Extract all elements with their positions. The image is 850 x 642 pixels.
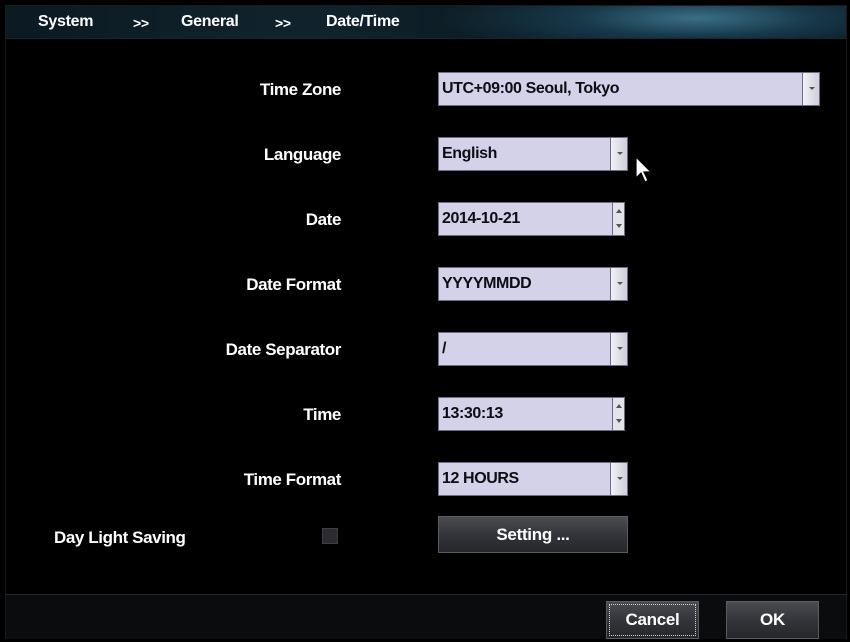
mouse-pointer-icon	[635, 156, 653, 183]
breadcrumb-general[interactable]: General	[181, 13, 239, 31]
chevron-down-icon[interactable]	[802, 72, 820, 106]
breadcrumb-separator: >>	[133, 15, 149, 31]
language-select[interactable]: English	[438, 137, 628, 171]
date-format-select[interactable]: YYYYMMDD	[438, 267, 628, 301]
chevron-down-icon[interactable]	[610, 332, 628, 366]
cancel-button[interactable]: Cancel	[606, 601, 699, 639]
language-value: English	[442, 145, 497, 162]
time-zone-select[interactable]: UTC+09:00 Seoul, Tokyo	[438, 72, 820, 106]
time-format-label: Time Format	[243, 470, 342, 489]
date-separator-select[interactable]: /	[438, 332, 628, 366]
date-label: Date	[305, 210, 342, 229]
footer-bar	[6, 594, 846, 639]
chevron-down-icon[interactable]	[610, 137, 628, 171]
date-separator-label: Date Separator	[225, 340, 342, 359]
breadcrumb-separator: >>	[275, 15, 291, 31]
date-field[interactable]: 2014-10-21	[438, 202, 625, 236]
day-light-saving-label: Day Light Saving	[54, 528, 186, 547]
time-zone-value: UTC+09:00 Seoul, Tokyo	[442, 80, 620, 97]
date-value: 2014-10-21	[442, 210, 520, 227]
ok-button[interactable]: OK	[726, 601, 819, 639]
chevron-down-icon[interactable]	[610, 267, 628, 301]
datetime-settings-window: System >> General >> Date/Time Time Zone…	[5, 5, 847, 639]
date-format-label: Date Format	[246, 275, 341, 294]
spinner-arrows-icon[interactable]	[612, 202, 625, 236]
chevron-down-icon[interactable]	[610, 462, 628, 496]
time-zone-label: Time Zone	[259, 80, 342, 99]
time-format-value: 12 HOURS	[442, 470, 519, 487]
time-value: 13:30:13	[442, 405, 503, 422]
spinner-arrows-icon[interactable]	[612, 397, 625, 431]
language-label: Language	[263, 145, 341, 164]
breadcrumb-datetime: Date/Time	[326, 13, 400, 30]
date-separator-value: /	[442, 340, 447, 357]
breadcrumb-system[interactable]: System	[38, 13, 93, 31]
time-label: Time	[303, 405, 341, 424]
breadcrumb: System >> General >> Date/Time	[6, 6, 846, 39]
time-field[interactable]: 13:30:13	[438, 397, 625, 431]
time-format-select[interactable]: 12 HOURS	[438, 462, 628, 496]
day-light-saving-checkbox[interactable]	[322, 528, 338, 544]
date-format-value: YYYYMMDD	[442, 275, 532, 292]
setting-button[interactable]: Setting ...	[438, 516, 628, 553]
